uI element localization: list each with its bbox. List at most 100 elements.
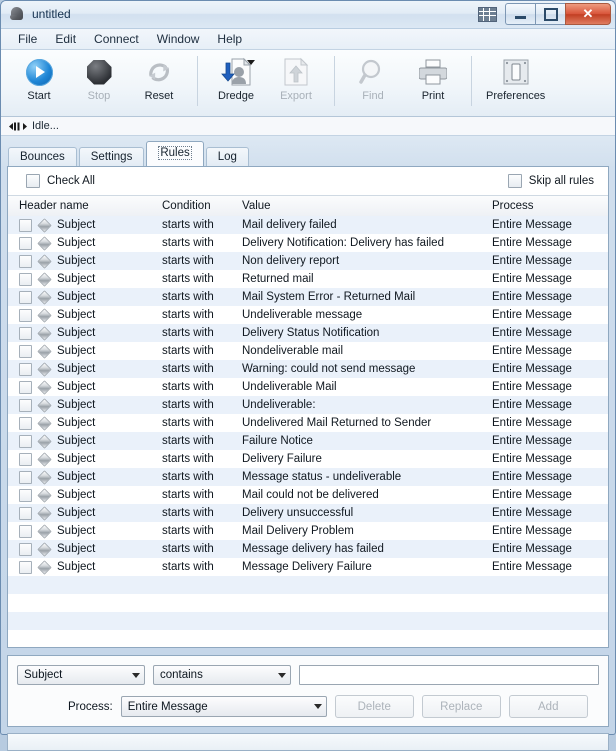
table-row[interactable]: Subject starts with Message status - undel… (8, 468, 608, 486)
row-checkbox[interactable] (19, 524, 32, 538)
column-header-condition[interactable]: Condition (162, 200, 242, 212)
table-row[interactable]: Subject starts with Delivery unsuccessful E… (8, 504, 608, 522)
row-checkbox[interactable] (19, 434, 32, 448)
cell-header-name: Subject (8, 415, 162, 431)
cell-value: Delivery Failure (242, 453, 322, 465)
row-checkbox[interactable] (19, 416, 32, 430)
add-button[interactable]: Add (508, 695, 588, 718)
check-all-control[interactable]: Check All (26, 174, 95, 188)
toolbar-label-print: Print (421, 90, 445, 102)
minimize-button[interactable] (505, 3, 535, 25)
check-all-checkbox[interactable] (26, 174, 40, 188)
table-row[interactable]: Subject starts with Delivery Notification:… (8, 234, 608, 252)
cell-header-name: Subject (8, 487, 162, 503)
rules-table: Subject starts with Mail delivery failed En… (8, 216, 608, 647)
row-checkbox[interactable] (19, 326, 32, 340)
row-checkbox[interactable] (19, 488, 32, 502)
close-button[interactable]: ✕ (565, 3, 611, 25)
table-row[interactable]: Subject starts with Mail delivery failed En… (8, 216, 608, 234)
menu-item-help[interactable]: Help (208, 30, 251, 48)
row-checkbox[interactable] (19, 308, 32, 322)
row-checkbox[interactable] (19, 236, 32, 250)
menu-item-file[interactable]: File (9, 30, 46, 48)
cell-header-name: Subject (8, 343, 162, 359)
grid-icon[interactable] (475, 4, 499, 24)
chevron-down-icon[interactable] (247, 60, 255, 65)
toolbar-button-stop[interactable]: Stop (69, 54, 129, 104)
row-checkbox[interactable] (19, 560, 32, 574)
cell-value: Undeliverable message (242, 309, 363, 321)
rule-diamond-icon (37, 235, 52, 251)
toolbar-button-reset[interactable]: Reset (129, 54, 189, 104)
menu-item-edit[interactable]: Edit (46, 30, 85, 48)
tab-rules[interactable]: Rules (146, 141, 204, 166)
row-checkbox[interactable] (19, 452, 32, 466)
skip-all-rules-control[interactable]: Skip all rules (507, 174, 594, 188)
row-checkbox[interactable] (19, 254, 32, 268)
menu-item-connect[interactable]: Connect (85, 30, 148, 48)
table-row[interactable]: Subject starts with Mail Delivery Problem E… (8, 522, 608, 540)
cell-process: Entire Message (492, 543, 572, 555)
delete-button[interactable]: Delete (334, 695, 414, 718)
cell-value: Undelivered Mail Returned to Sender (242, 417, 432, 429)
row-checkbox[interactable] (19, 470, 32, 484)
row-checkbox[interactable] (19, 290, 32, 304)
cell-process: Entire Message (492, 489, 572, 501)
toolbar-button-print[interactable]: Print (403, 54, 463, 104)
table-row[interactable]: Subject starts with Undeliverable Mail Enti… (8, 378, 608, 396)
table-row[interactable]: Subject starts with Nondeliverable mail Ent… (8, 342, 608, 360)
row-checkbox[interactable] (19, 380, 32, 394)
condition-select[interactable]: contains (153, 665, 291, 685)
tab-bounces[interactable]: Bounces (8, 147, 77, 167)
table-row[interactable]: Subject starts with Returned mail Entire Me… (8, 270, 608, 288)
table-row[interactable]: Subject starts with Message delivery has f… (8, 540, 608, 558)
toolbar-button-start[interactable]: Start (9, 54, 69, 104)
menu-item-window[interactable]: Window (148, 30, 209, 48)
skip-all-rules-checkbox[interactable] (507, 174, 522, 188)
check-all-label: Check All (47, 175, 95, 187)
table-row[interactable]: Subject starts with Delivery Failure Entire… (8, 450, 608, 468)
row-checkbox[interactable] (19, 542, 32, 556)
row-checkbox[interactable] (19, 506, 32, 520)
refresh-icon (142, 56, 176, 88)
column-header-value[interactable]: Value (242, 200, 492, 212)
row-checkbox[interactable] (19, 272, 32, 286)
table-row[interactable]: Subject starts with Undelivered Mail Retur… (8, 414, 608, 432)
row-checkbox[interactable] (19, 218, 32, 232)
table-row[interactable]: Subject starts with Non delivery report Ent… (8, 252, 608, 270)
table-row[interactable]: Subject starts with Mail System Error - Re… (8, 288, 608, 306)
table-row[interactable]: Subject starts with Delivery Status Notifi… (8, 324, 608, 342)
tab-settings[interactable]: Settings (78, 147, 145, 167)
cell-process: Entire Message (492, 381, 572, 393)
rule-diamond-icon (37, 271, 52, 287)
cell-header-name: Subject (8, 325, 162, 341)
column-header-header-name[interactable]: Header name (8, 200, 162, 212)
process-select[interactable]: Entire Message (120, 696, 327, 717)
cell-value: Nondeliverable mail (242, 345, 343, 357)
table-row[interactable]: Subject starts with Warning: could not sen… (8, 360, 608, 378)
rule-value-input[interactable] (299, 665, 599, 685)
maximize-button[interactable] (535, 3, 565, 25)
toolbar-button-export[interactable]: Export (266, 54, 326, 104)
row-checkbox[interactable] (19, 398, 32, 412)
toolbar-button-dredge[interactable]: Dredge (206, 54, 266, 104)
table-row[interactable]: Subject starts with Undeliverable message E… (8, 306, 608, 324)
toolbar-button-find[interactable]: Find (343, 54, 403, 104)
cell-process: Entire Message (492, 273, 572, 285)
toolbar: Start Stop Reset Dredge Export Find Prin… (1, 50, 615, 117)
cell-value: Message delivery has failed (242, 543, 384, 555)
tab-log[interactable]: Log (205, 147, 249, 167)
chevron-down-icon (313, 704, 322, 709)
table-row[interactable]: Subject starts with Mail could not be deli… (8, 486, 608, 504)
table-row[interactable]: Subject starts with Failure Notice Entire M… (8, 432, 608, 450)
header-name-select[interactable]: Subject (17, 665, 145, 685)
cell-process: Entire Message (492, 399, 572, 411)
table-row[interactable]: Subject starts with Message Delivery Failu… (8, 558, 608, 576)
row-checkbox[interactable] (19, 344, 32, 358)
table-row[interactable]: Subject starts with Undeliverable: Entire M… (8, 396, 608, 414)
toolbar-button-preferences[interactable]: Preferences (480, 54, 551, 104)
replace-button[interactable]: Replace (421, 695, 501, 718)
column-header-process[interactable]: Process (492, 200, 534, 212)
row-checkbox[interactable] (19, 362, 32, 376)
stop-octagon-icon (82, 56, 116, 88)
